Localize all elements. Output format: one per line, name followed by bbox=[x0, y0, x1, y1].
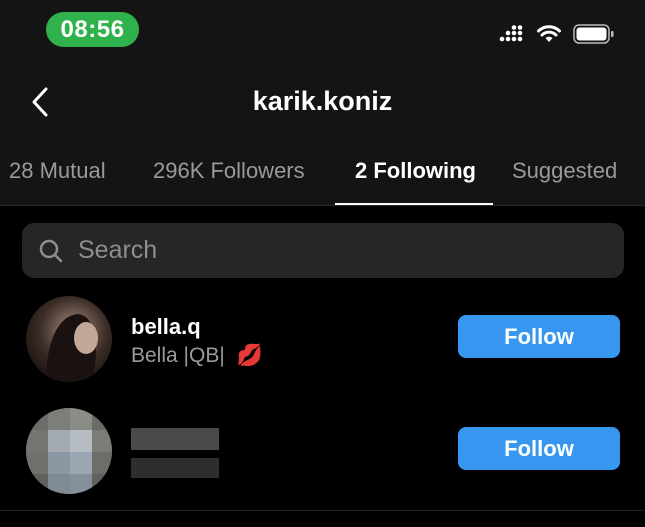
full-name-text: Bella |QB| bbox=[131, 344, 225, 367]
blurred-full-name bbox=[131, 458, 219, 478]
follow-button[interactable]: Follow bbox=[458, 315, 620, 358]
blurred-username bbox=[131, 428, 219, 450]
status-time: 08:56 bbox=[46, 12, 139, 47]
tab-following[interactable]: 2 Following bbox=[355, 158, 476, 184]
search-bar[interactable] bbox=[22, 223, 624, 278]
list-divider bbox=[0, 510, 645, 511]
username[interactable]: bella.q bbox=[131, 314, 201, 340]
kiss-emoji: 💋 bbox=[236, 344, 263, 367]
search-icon bbox=[39, 239, 63, 262]
cellular-signal-icon bbox=[499, 25, 523, 42]
avatar[interactable] bbox=[26, 296, 112, 382]
list-item[interactable]: Follow bbox=[0, 402, 645, 502]
tab-followers[interactable]: 296K Followers bbox=[153, 158, 305, 184]
tab-suggested[interactable]: Suggested bbox=[512, 158, 617, 184]
follow-button[interactable]: Follow bbox=[458, 427, 620, 470]
list-item[interactable]: bella.q Bella |QB| 💋 Follow bbox=[0, 290, 645, 390]
top-bar: 08:56 karik.koniz 28 Mutual 296K Followe… bbox=[0, 0, 645, 205]
avatar-blurred[interactable] bbox=[26, 408, 112, 494]
search-input[interactable] bbox=[76, 235, 580, 266]
battery-icon bbox=[573, 24, 614, 44]
status-icons bbox=[499, 22, 615, 46]
full-name: Bella |QB| 💋 bbox=[131, 344, 263, 368]
follow-tabs: 28 Mutual 296K Followers 2 Following Sug… bbox=[0, 150, 645, 205]
tab-mutual[interactable]: 28 Mutual bbox=[9, 158, 106, 184]
profile-username-title: karik.koniz bbox=[252, 86, 393, 116]
wifi-icon bbox=[537, 25, 561, 42]
tabs-divider bbox=[0, 205, 645, 206]
